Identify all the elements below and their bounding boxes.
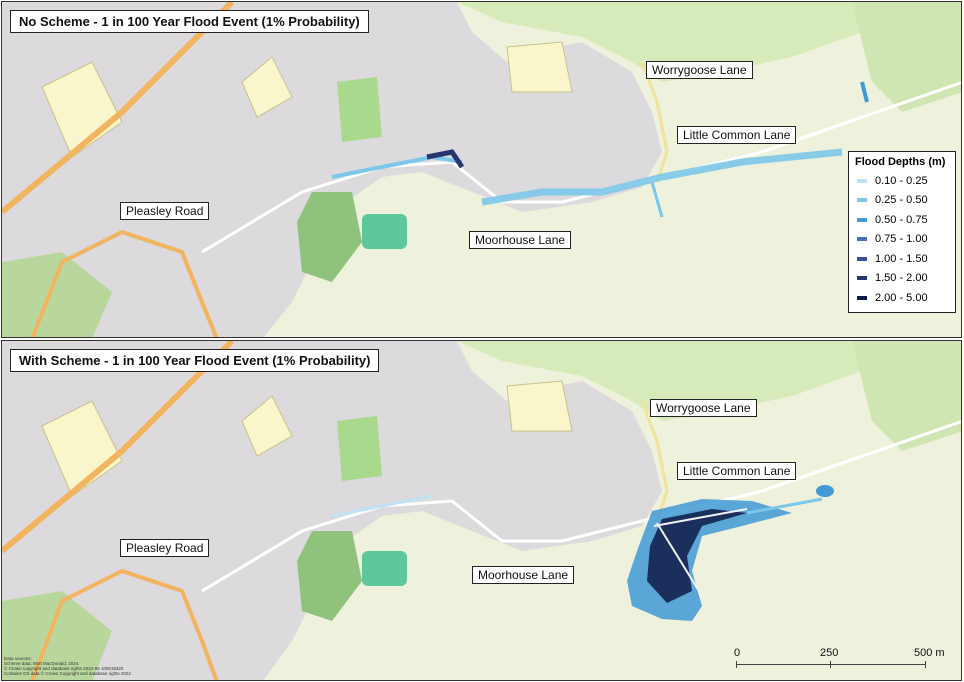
sports-pitch xyxy=(362,551,407,586)
map-panel-with-scheme: With Scheme - 1 in 100 Year Flood Event … xyxy=(1,340,962,681)
scale-tick xyxy=(736,661,737,668)
scale-bar: 0 250 500 m xyxy=(734,647,945,681)
legend-item: 0.25 - 0.50 xyxy=(855,191,949,211)
legend-item: 0.75 - 1.00 xyxy=(855,230,949,250)
map-canvas-with-scheme xyxy=(2,341,961,680)
road-label-worrygoose-lane: Worrygoose Lane xyxy=(650,399,757,417)
legend-item: 0.10 - 0.25 xyxy=(855,171,949,191)
legend-title: Flood Depths (m) xyxy=(855,156,946,168)
scale-tick-label-500: 500 m xyxy=(914,647,945,659)
legend-swatch xyxy=(857,198,867,203)
legend-item: 0.50 - 0.75 xyxy=(855,210,949,230)
legend-item: 2.00 - 5.00 xyxy=(855,288,949,308)
legend-item: 1.00 - 1.50 xyxy=(855,249,949,269)
flood-depth-legend: Flood Depths (m) 0.10 - 0.25 0.25 - 0.50 0… xyxy=(848,151,956,313)
road-label-little-common-lane: Little Common Lane xyxy=(677,126,797,144)
road-label-pleasley-road: Pleasley Road xyxy=(120,202,210,220)
legend-label: 2.00 - 5.00 xyxy=(875,291,928,304)
panel-title: With Scheme - 1 in 100 Year Flood Event … xyxy=(10,349,380,372)
legend-swatch xyxy=(857,295,867,300)
legend-swatch xyxy=(857,217,867,222)
green-space xyxy=(337,416,382,481)
scale-tick xyxy=(830,661,831,668)
legend-swatch xyxy=(857,256,867,261)
data-source-credits: Data sources: Scheme data: Mott MacDonal… xyxy=(4,656,131,676)
school-grounds-north xyxy=(506,41,573,93)
legend-label: 0.25 - 0.50 xyxy=(875,194,928,207)
scale-tick-label-250: 250 xyxy=(820,647,839,659)
legend-label: 0.10 - 0.25 xyxy=(875,174,928,187)
road-label-little-common-lane: Little Common Lane xyxy=(677,462,797,480)
map-panel-no-scheme: No Scheme - 1 in 100 Year Flood Event (1… xyxy=(1,1,962,338)
scale-tick xyxy=(925,661,926,668)
panel-title: No Scheme - 1 in 100 Year Flood Event (1… xyxy=(10,10,369,33)
map-canvas-no-scheme xyxy=(2,2,961,337)
school-grounds-north xyxy=(506,380,573,432)
road-label-pleasley-road: Pleasley Road xyxy=(120,539,210,557)
legend-swatch xyxy=(857,276,867,281)
legend-label: 1.50 - 2.00 xyxy=(875,272,928,285)
sports-pitch xyxy=(362,214,407,249)
road-label-moorhouse-lane: Moorhouse Lane xyxy=(469,231,572,249)
legend-swatch xyxy=(857,237,867,242)
credit-line: Contains OS data © Crown Copyright and d… xyxy=(4,671,131,676)
legend-swatch xyxy=(857,178,867,183)
legend-items: 0.10 - 0.25 0.25 - 0.50 0.50 - 0.75 0.75 - … xyxy=(855,171,949,308)
legend-item: 1.50 - 2.00 xyxy=(855,269,949,289)
legend-label: 0.50 - 0.75 xyxy=(875,213,928,226)
legend-label: 1.00 - 1.50 xyxy=(875,252,928,265)
flood-pond-east xyxy=(816,485,834,497)
scale-tick-label-0: 0 xyxy=(734,647,741,659)
scale-line xyxy=(736,664,926,665)
road-label-worrygoose-lane: Worrygoose Lane xyxy=(646,61,753,79)
green-space xyxy=(337,77,382,142)
road-label-moorhouse-lane: Moorhouse Lane xyxy=(472,566,575,584)
legend-label: 0.75 - 1.00 xyxy=(875,233,928,246)
